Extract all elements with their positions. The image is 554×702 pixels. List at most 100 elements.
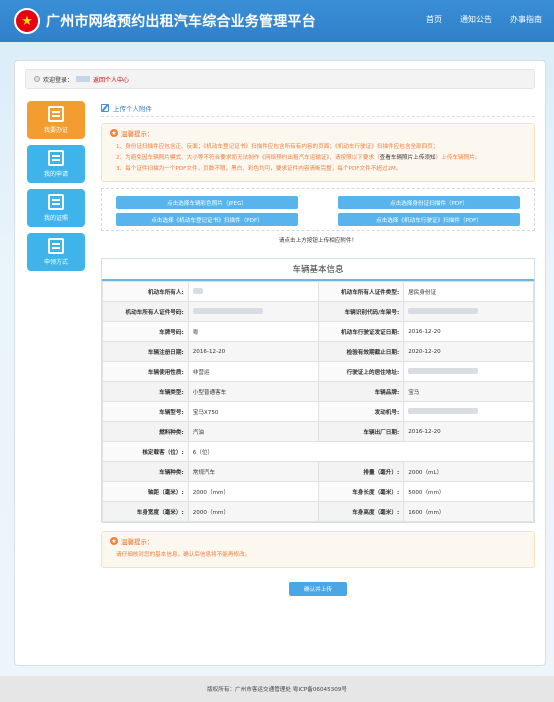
redacted-value	[408, 307, 479, 314]
field-label: 机动车行驶证发证日期:	[317, 321, 405, 342]
redacted-value	[408, 367, 479, 374]
field-value: 5000（mm）	[403, 481, 534, 502]
field-value: 2000（mm）	[187, 481, 319, 502]
field-value	[187, 301, 319, 322]
tip-1: 1、身份证扫描件应包含正、反面；《机动车登记证书》扫描件应包含所有有内容的页面；…	[116, 144, 439, 150]
select-vehicle-photo-button[interactable]: 点击选择车辆彩色照片（JPEG）	[116, 196, 298, 209]
certificate-icon	[48, 194, 64, 210]
sidebar-item-label: 我的申请	[43, 171, 68, 178]
confirm-tips-title: 温馨提示：	[121, 538, 154, 546]
confirm-tips: ★ 温馨提示： 请仔细核对您的基本信息，确认后信息将不能再修改。	[101, 531, 535, 568]
field-label: 机动车所有人证件号码:	[102, 301, 189, 322]
tip-2-part-c: ）上传车辆照片。	[435, 155, 481, 161]
main-content: 上传个人附件 ★ 温馨提示： 1、身份证扫描件应包含正、反面；《机动车登记证书》…	[101, 103, 535, 596]
sidebar-item-label: 我的证照	[43, 215, 68, 222]
field-label: 车牌号码:	[102, 321, 189, 342]
tips-title: 温馨提示：	[121, 130, 154, 138]
top-nav: 首页 通知公告 办事指南	[426, 14, 542, 25]
field-label: 排量（毫升）:	[317, 461, 405, 482]
select-driving-license-button[interactable]: 点击选择《机动车行驶证》扫描件（PDF）	[338, 213, 520, 226]
sidebar-item-method[interactable]: 申领方式	[27, 233, 85, 271]
redacted-value	[192, 287, 203, 294]
upload-section-header: 上传个人附件	[101, 103, 535, 117]
tips-header: ★ 温馨提示：	[110, 128, 526, 138]
field-value: 非营运	[187, 361, 319, 382]
field-value: 小型普通客车	[187, 381, 319, 402]
field-label: 机动车所有人证件类型:	[317, 281, 405, 302]
field-label: 车身高度（毫米）:	[317, 501, 405, 522]
field-value: 2000（mL）	[403, 461, 534, 482]
field-value: 2016-12-20	[187, 341, 319, 362]
vehicle-info-title: 车辆基本信息	[102, 259, 534, 281]
upload-buttons: 点击选择车辆彩色照片（JPEG） 点击选择身份证扫描件（PDF） 点击选择《机动…	[101, 188, 535, 231]
field-label: 车辆种类:	[102, 461, 189, 482]
field-label: 发动机号:	[317, 401, 405, 422]
back-to-center-link[interactable]: 返回个人中心	[93, 75, 129, 84]
breadcrumb: 欢迎登录： 返回个人中心	[25, 69, 535, 89]
field-value	[403, 301, 534, 322]
upload-note: 请点击上方按钮上传相应附件！	[278, 238, 358, 244]
field-value: 2016-12-20	[403, 321, 534, 342]
field-label: 车身宽度（毫米）:	[102, 501, 189, 522]
table-row: 机动车所有人证件号码: 车辆识别代码/车架号:	[102, 301, 534, 322]
upload-tips: ★ 温馨提示： 1、身份证扫描件应包含正、反面；《机动车登记证书》扫描件应包含所…	[101, 123, 535, 182]
sidebar-item-label: 我要办证	[43, 127, 68, 134]
field-value: 6（位）	[187, 441, 535, 462]
field-label: 车辆注册日期:	[102, 341, 189, 362]
field-value: 粤	[187, 321, 319, 342]
field-value: 1600（mm）	[403, 501, 534, 522]
table-row: 车辆种类: 常规汽车 排量（毫升）: 2000（mL）	[102, 461, 534, 482]
confirm-upload-button[interactable]: 确认并上传	[289, 582, 347, 596]
select-registration-cert-button[interactable]: 点击选择《机动车登记证书》扫描件（PDF）	[116, 213, 298, 226]
field-value: 2020-12-20	[403, 341, 534, 362]
footer: 版权所有：广州市客运交通管理处 粤ICP备06045309号	[0, 676, 554, 702]
username-redacted	[76, 76, 91, 82]
top-header: ★ 广州市网络预约出租汽车综合业务管理平台 首页 通知公告 办事指南	[0, 0, 554, 42]
site-title: 广州市网络预约出租汽车综合业务管理平台	[46, 14, 316, 30]
vehicle-info-panel: 车辆基本信息 机动车所有人: 机动车所有人证件类型: 居民身份证 机动车所有人证件号码…	[101, 258, 535, 523]
field-value	[403, 361, 534, 382]
nav-notices[interactable]: 通知公告	[460, 14, 492, 25]
confirm-tips-text: 请仔细核对您的基本信息，确认后信息将不能再修改。	[116, 552, 251, 558]
vehicle-info-table: 机动车所有人: 机动车所有人证件类型: 居民身份证 机动车所有人证件号码: 车辆识别代码…	[102, 281, 535, 522]
tip-2-part-a: 2、为避免因车辆照片模式、大小等不符合要求而无法制作《网络预约出租汽车运输证》，…	[116, 155, 380, 161]
field-label: 车辆出厂日期:	[317, 421, 405, 442]
table-row: 车辆使用性质: 非营运 行驶证上的居住地址:	[102, 361, 534, 382]
nav-guide[interactable]: 办事指南	[510, 14, 542, 25]
field-label: 车辆使用性质:	[102, 361, 189, 382]
table-row: 车牌号码: 粤机动车行驶证发证日期: 2016-12-20	[102, 321, 534, 342]
table-row: 车辆注册日期: 2016-12-20 检验有效期截止日期: 2020-12-20	[102, 341, 534, 362]
confirm-tips-header: ★ 温馨提示：	[110, 536, 526, 546]
welcome-prefix: 欢迎登录：	[43, 76, 74, 84]
edit-form-icon	[48, 150, 64, 166]
field-label: 车辆品牌:	[317, 381, 405, 402]
sidebar-item-certificates[interactable]: 我的证照	[27, 189, 85, 227]
nav-home[interactable]: 首页	[426, 14, 442, 25]
sidebar-item-apply[interactable]: 我要办证	[27, 101, 85, 139]
sidebar-item-label: 申领方式	[43, 259, 68, 266]
field-value: 2016-12-20	[403, 421, 534, 442]
star-icon: ★	[110, 537, 118, 545]
field-label: 燃料种类:	[102, 421, 189, 442]
field-label: 行驶证上的居住地址:	[317, 361, 405, 382]
welcome-dot-icon	[34, 76, 40, 82]
redacted-value	[408, 407, 479, 414]
table-row: 车辆类型: 小型普通客车 车辆品牌: 宝马	[102, 381, 534, 402]
site-logo-icon: ★	[14, 8, 40, 34]
field-value	[187, 281, 319, 302]
field-value: 2000（mm）	[187, 501, 319, 522]
table-row: 车辆型号: 宝马X750 发动机号:	[102, 401, 534, 422]
content-panel: 欢迎登录： 返回个人中心 我要办证 我的申请 我的证照 申领方式 上传个人附件 …	[14, 60, 546, 666]
sidebar: 我要办证 我的申请 我的证照 申领方式	[27, 101, 85, 277]
field-label: 车辆识别代码/车架号:	[317, 301, 405, 322]
sidebar-item-applications[interactable]: 我的申请	[27, 145, 85, 183]
id-card-icon	[48, 106, 64, 122]
field-label: 检验有效期截止日期:	[317, 341, 405, 362]
select-idcard-scan-button[interactable]: 点击选择身份证扫描件（PDF）	[338, 196, 520, 209]
pencil-icon	[101, 103, 109, 112]
photo-guide-link[interactable]: 查看车辆照片上传须知	[380, 155, 436, 161]
upload-title: 上传个人附件	[113, 104, 152, 113]
tip-2: 2、为避免因车辆照片模式、大小等不符合要求而无法制作《网络预约出租汽车运输证》，…	[110, 153, 526, 164]
field-value: 宝马X750	[187, 401, 319, 422]
field-label: 轴距（毫米）:	[102, 481, 189, 502]
